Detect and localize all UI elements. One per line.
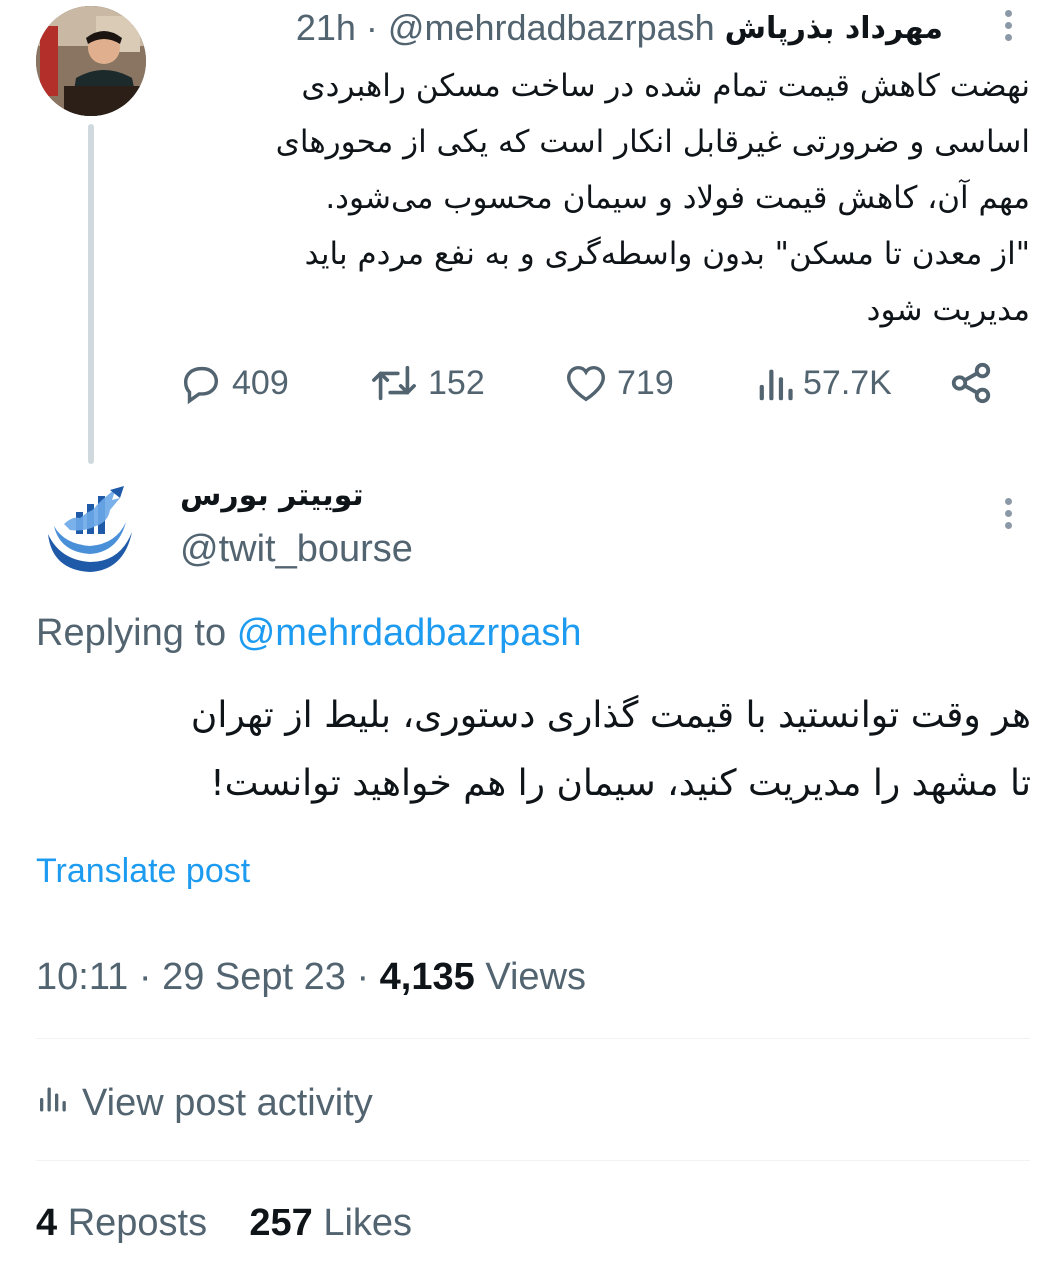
meta-dot: · xyxy=(138,956,152,998)
share-button[interactable] xyxy=(948,355,994,411)
views-total: 4,135 xyxy=(379,956,475,998)
repost-button[interactable]: 152 xyxy=(368,355,485,411)
more-icon[interactable] xyxy=(1004,10,1012,41)
repost-count: 152 xyxy=(428,363,485,402)
view-post-activity-button[interactable]: View post activity xyxy=(36,1080,373,1126)
parent-handle[interactable]: @mehrdadbazrpash xyxy=(388,7,715,49)
reply-post-text: هر وقت توانستید با قیمت گذاری دستوری، بل… xyxy=(190,695,1031,804)
parent-post-text: نهضت کاهش قیمت تمام شده در ساخت مسکن راه… xyxy=(275,68,1030,328)
reply-author-avatar[interactable] xyxy=(40,482,140,582)
parent-author-name[interactable]: مهرداد بذرپاش xyxy=(725,11,943,46)
reposts-label: Reposts xyxy=(67,1202,208,1244)
parent-actions-bar: 409 152 719 57.7K xyxy=(170,355,1000,415)
view-post-activity-label: View post activity xyxy=(82,1081,373,1124)
reposts-count: 4 xyxy=(36,1202,58,1244)
replying-prefix: Replying to xyxy=(36,612,227,654)
reply-button[interactable]: 409 xyxy=(178,355,289,411)
divider xyxy=(36,1160,1030,1161)
views-count: 57.7K xyxy=(803,363,892,402)
reply-count: 409 xyxy=(232,363,289,402)
like-icon xyxy=(563,360,609,406)
reply-more-icon[interactable] xyxy=(1004,498,1012,529)
parent-post-header: 21h · @mehrdadbazrpash مهرداد بذرپاش xyxy=(296,7,943,49)
like-count: 719 xyxy=(617,363,674,402)
reply-icon xyxy=(178,360,224,406)
reposts-stat[interactable]: 4 Reposts xyxy=(36,1202,207,1244)
views-button[interactable]: 57.7K xyxy=(755,355,892,411)
divider xyxy=(36,1038,1030,1039)
post-date[interactable]: 29 Sept 23 xyxy=(162,956,346,998)
likes-stat[interactable]: 257 Likes xyxy=(249,1202,412,1244)
separator-dot: · xyxy=(365,7,378,48)
views-label: Views xyxy=(485,956,587,998)
repost-icon xyxy=(368,360,420,406)
translate-post-link[interactable]: Translate post xyxy=(36,852,250,891)
reply-author-name[interactable]: توییتر بورس xyxy=(180,478,364,513)
likes-label: Likes xyxy=(323,1202,413,1244)
reply-handle[interactable]: @twit_bourse xyxy=(180,528,413,571)
post-meta: 10:11 · 29 Sept 23 · 4,135 Views xyxy=(36,956,586,999)
author-avatar[interactable] xyxy=(36,6,146,116)
replying-to: Replying to @mehrdadbazrpash xyxy=(36,612,582,655)
engagement-stats: 4 Reposts 257 Likes xyxy=(36,1202,412,1245)
views-icon xyxy=(755,360,795,406)
thread-line xyxy=(88,124,94,464)
meta-dot: · xyxy=(356,956,370,998)
like-button[interactable]: 719 xyxy=(563,355,674,411)
parent-time[interactable]: 21h xyxy=(296,7,356,49)
share-icon xyxy=(948,360,994,406)
analytics-icon xyxy=(36,1080,68,1126)
post-time[interactable]: 10:11 xyxy=(36,956,128,998)
replying-handle-link[interactable]: @mehrdadbazrpash xyxy=(237,612,582,654)
likes-count: 257 xyxy=(249,1202,313,1244)
